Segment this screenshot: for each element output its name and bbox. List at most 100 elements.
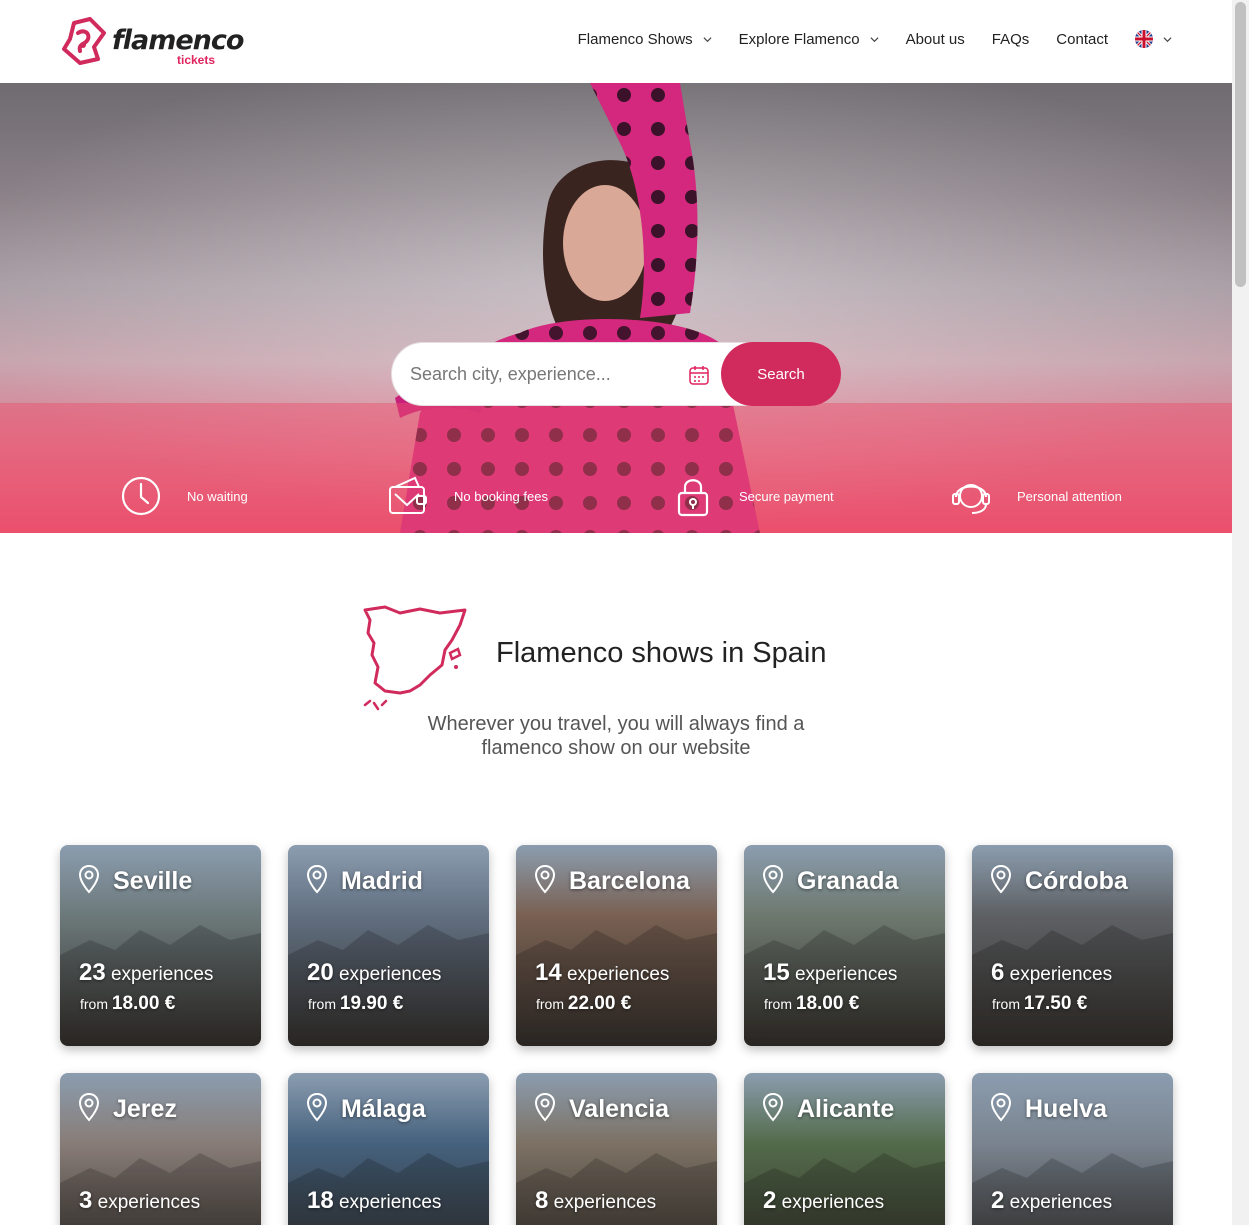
location-pin-icon (306, 864, 328, 894)
city-name: Córdoba (1025, 867, 1128, 895)
section-subtitle: Wherever you travel, you will always fin… (427, 713, 805, 759)
city-name: Barcelona (569, 867, 690, 895)
search-button[interactable]: Search (721, 342, 841, 406)
nav-item-about-us[interactable]: About us (906, 31, 965, 48)
city-name: Madrid (341, 867, 423, 895)
logo-wordmark: flamenco (112, 25, 244, 56)
city-card[interactable]: Granada 15 experiences from 18.00 € (744, 845, 945, 1046)
from-label: from (308, 996, 336, 1012)
scrollbar-thumb[interactable] (1235, 2, 1246, 287)
clock-icon (121, 476, 161, 516)
location-pin-icon (990, 864, 1012, 894)
experience-count: 8 experiences (535, 1187, 656, 1215)
location-pin-icon (534, 864, 556, 894)
nav-item-label: Flamenco Shows (577, 30, 693, 48)
location-pin-icon (762, 1092, 784, 1122)
experience-number: 2 (991, 1187, 1005, 1214)
city-card[interactable]: Seville 23 experiences from 18.00 € (60, 845, 261, 1046)
page-scrollbar[interactable] (1232, 0, 1249, 1225)
city-card[interactable]: Jerez 3 experiences (60, 1073, 261, 1225)
nav-item-explore-flamenco[interactable]: Explore Flamenco (739, 31, 879, 48)
experience-label: experiences (553, 1192, 657, 1213)
experience-count: 15 experiences (763, 959, 897, 987)
price-value: 19.90 € (339, 993, 404, 1014)
nav-item-label: About us (905, 30, 965, 48)
location-pin-icon (306, 1092, 328, 1122)
nav-item-faqs[interactable]: FAQs (992, 31, 1030, 48)
city-card[interactable]: Córdoba 6 experiences from 17.50 € (972, 845, 1173, 1046)
price-value: 18.00 € (795, 993, 860, 1014)
feature-label: Secure payment (739, 488, 834, 504)
spain-map-icon (363, 605, 467, 711)
feature-personal-attention: Personal attention (950, 475, 1122, 517)
hero-banner: Search No waiting No booking fees Secure… (0, 83, 1232, 533)
site-header: flamenco tickets Flamenco Shows Explore … (0, 0, 1232, 83)
location-pin-icon (762, 864, 784, 894)
nav-item-flamenco-shows[interactable]: Flamenco Shows (578, 31, 712, 48)
chevron-down-icon (870, 36, 879, 42)
search-bar: Search (391, 342, 841, 406)
city-card[interactable]: Barcelona 14 experiences from 22.00 € (516, 845, 717, 1046)
language-selector[interactable] (1135, 30, 1172, 48)
experience-number: 18 (307, 1187, 334, 1214)
experience-number: 2 (763, 1187, 777, 1214)
experience-number: 15 (763, 959, 790, 986)
experience-label: experiences (110, 964, 214, 985)
chevron-down-icon (703, 36, 712, 42)
from-label: from (536, 996, 564, 1012)
experience-label: experiences (97, 1192, 201, 1213)
calendar-icon[interactable] (688, 364, 710, 386)
city-card[interactable]: Madrid 20 experiences from 19.90 € (288, 845, 489, 1046)
nav-item-label: FAQs (991, 30, 1030, 48)
city-card[interactable]: Valencia 8 experiences (516, 1073, 717, 1225)
search-input[interactable] (410, 362, 680, 386)
city-name: Málaga (341, 1095, 426, 1123)
from-label: from (80, 996, 108, 1012)
uk-flag-icon (1135, 30, 1153, 48)
city-name: Seville (113, 867, 193, 895)
experience-count: 2 experiences (763, 1187, 884, 1215)
experience-count: 3 experiences (79, 1187, 200, 1215)
experience-count: 18 experiences (307, 1187, 441, 1215)
feature-label: Personal attention (1017, 488, 1122, 504)
city-name: Alicante (797, 1095, 895, 1123)
lock-icon (677, 479, 709, 517)
experience-count: 2 experiences (991, 1187, 1112, 1215)
location-pin-icon (78, 1092, 100, 1122)
feature-no-waiting: No waiting (120, 475, 248, 517)
experience-number: 20 (307, 959, 334, 986)
nav-item-label: Explore Flamenco (738, 30, 860, 48)
experience-number: 8 (535, 1187, 549, 1214)
price-value: 18.00 € (111, 993, 176, 1014)
experience-label: experiences (1009, 964, 1113, 985)
nav-item-contact[interactable]: Contact (1056, 31, 1108, 48)
feature-label: No booking fees (454, 488, 548, 504)
price-value: 17.50 € (1023, 993, 1088, 1014)
chevron-down-icon (1163, 36, 1172, 42)
experience-label: experiences (338, 964, 442, 985)
location-pin-icon (78, 864, 100, 894)
city-name: Valencia (569, 1095, 670, 1123)
feature-no-booking-fees: No booking fees (387, 475, 548, 517)
section-title: Flamenco shows in Spain (496, 637, 827, 669)
price-from: from 22.00 € (536, 993, 631, 1015)
experience-label: experiences (1009, 1192, 1113, 1213)
headset-icon (952, 484, 990, 514)
city-card[interactable]: Málaga 18 experiences (288, 1073, 489, 1225)
feature-secure-payment: Secure payment (672, 475, 834, 517)
price-from: from 19.90 € (308, 993, 403, 1015)
logo[interactable]: flamenco tickets (60, 17, 244, 67)
location-pin-icon (990, 1092, 1012, 1122)
experience-label: experiences (566, 964, 670, 985)
experience-number: 14 (535, 959, 562, 986)
experience-count: 20 experiences (307, 959, 441, 987)
experience-label: experiences (781, 1192, 885, 1213)
experience-count: 14 experiences (535, 959, 669, 987)
city-card[interactable]: Alicante 2 experiences (744, 1073, 945, 1225)
price-from: from 17.50 € (992, 993, 1087, 1015)
price-from: from 18.00 € (764, 993, 859, 1015)
price-from: from 18.00 € (80, 993, 175, 1015)
experience-number: 6 (991, 959, 1005, 986)
city-name: Huelva (1025, 1095, 1107, 1123)
city-card[interactable]: Huelva 2 experiences (972, 1073, 1173, 1225)
